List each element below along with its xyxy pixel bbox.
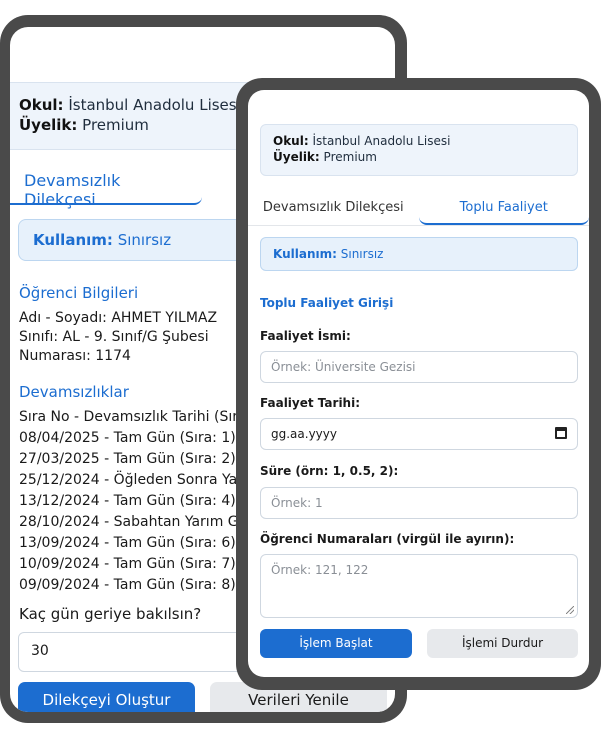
- activity-date-label: Faaliyet Tarihi:: [260, 396, 361, 410]
- activity-date-value: gg.aa.yyyy: [271, 427, 337, 441]
- student-info-list: Adı - Soyadı: AHMET YILMAZ Sınıfı: AL - …: [19, 309, 217, 366]
- tab-bar: Devamsızlık Dilekçesi Toplu Faaliyet: [248, 188, 589, 226]
- list-item: 25/12/2024 - Öğleden Sonra Yarım: [19, 472, 261, 488]
- membership-value: Premium: [82, 116, 149, 134]
- activity-name-label: Faaliyet İsmi:: [260, 329, 351, 343]
- absences-list: Sıra No - Devamsızlık Tarihi (Sıra:) 08/…: [19, 407, 260, 596]
- student-numbers-textarea[interactable]: Örnek: 121, 122: [260, 554, 578, 618]
- absences-heading: Devamsızlıklar: [19, 383, 129, 401]
- bulk-activity-heading: Toplu Faaliyet Girişi: [260, 296, 394, 310]
- activity-name-input[interactable]: Örnek: Üniversite Gezisi: [260, 351, 578, 383]
- create-petition-button[interactable]: Dilekçeyi Oluştur: [18, 682, 195, 712]
- duration-input[interactable]: Örnek: 1: [260, 487, 578, 519]
- days-back-label: Kaç gün geriye bakılsın?: [19, 605, 202, 623]
- account-info-panel: Okul: İstanbul Anadolu Lisesi Üyelik: Pr…: [260, 124, 578, 176]
- school-value: İstanbul Anadolu Lisesi: [312, 134, 451, 148]
- calendar-icon[interactable]: [555, 427, 567, 439]
- usage-label: Kullanım:: [33, 231, 113, 249]
- student-numbers-placeholder: Örnek: 121, 122: [271, 563, 369, 577]
- list-item: 13/12/2024 - Tam Gün (Sıra: 4): [19, 493, 236, 509]
- membership-label: Üyelik:: [19, 116, 78, 134]
- school-value: İstanbul Anadolu Lisesi: [68, 96, 241, 114]
- resize-handle-icon[interactable]: [566, 606, 574, 614]
- usage-label: Kullanım:: [273, 247, 337, 261]
- student-class: Sınıfı: AL - 9. Sınıf/G Şubesi: [19, 329, 209, 345]
- student-name: Adı - Soyadı: AHMET YILMAZ: [19, 310, 218, 326]
- duration-label: Süre (örn: 1, 0.5, 2):: [260, 464, 399, 478]
- front-phone-screen: Okul: İstanbul Anadolu Lisesi Üyelik: Pr…: [248, 90, 589, 677]
- list-item: 08/04/2025 - Tam Gün (Sıra: 1): [19, 430, 236, 446]
- tab-bulk-activity[interactable]: Toplu Faaliyet: [418, 188, 589, 225]
- school-label: Okul:: [273, 134, 309, 148]
- school-label: Okul:: [19, 96, 64, 114]
- list-item: 10/09/2024 - Tam Gün (Sıra: 7): [19, 556, 236, 572]
- front-phone-frame: Okul: İstanbul Anadolu Lisesi Üyelik: Pr…: [236, 78, 601, 690]
- membership-label: Üyelik:: [273, 150, 320, 164]
- list-item: 09/09/2024 - Tam Gün (Sıra: 8): [19, 577, 236, 593]
- student-number: Numarası: 1174: [19, 348, 131, 364]
- list-item: Sıra No - Devamsızlık Tarihi (Sıra:): [19, 409, 257, 425]
- usage-value: Sınırsız: [117, 231, 172, 249]
- list-item: 27/03/2025 - Tam Gün (Sıra: 2): [19, 451, 236, 467]
- tab-absence-petition[interactable]: Devamsızlık Dilekçesi: [10, 157, 202, 209]
- start-process-button[interactable]: İşlem Başlat: [260, 629, 412, 658]
- list-item: 28/10/2024 - Sabahtan Yarım Gün: [19, 514, 257, 530]
- membership-value: Premium: [323, 150, 377, 164]
- stop-process-button[interactable]: İşlemi Durdur: [427, 629, 578, 658]
- tab-absence-petition[interactable]: Devamsızlık Dilekçesi: [248, 188, 419, 225]
- student-numbers-label: Öğrenci Numaraları (virgül ile ayırın):: [260, 532, 515, 546]
- usage-value: Sınırsız: [340, 247, 384, 261]
- activity-date-input[interactable]: gg.aa.yyyy: [260, 418, 578, 450]
- usage-badge: Kullanım: Sınırsız: [260, 237, 578, 271]
- list-item: 13/09/2024 - Tam Gün (Sıra: 6): [19, 535, 236, 551]
- student-info-heading: Öğrenci Bilgileri: [19, 284, 139, 302]
